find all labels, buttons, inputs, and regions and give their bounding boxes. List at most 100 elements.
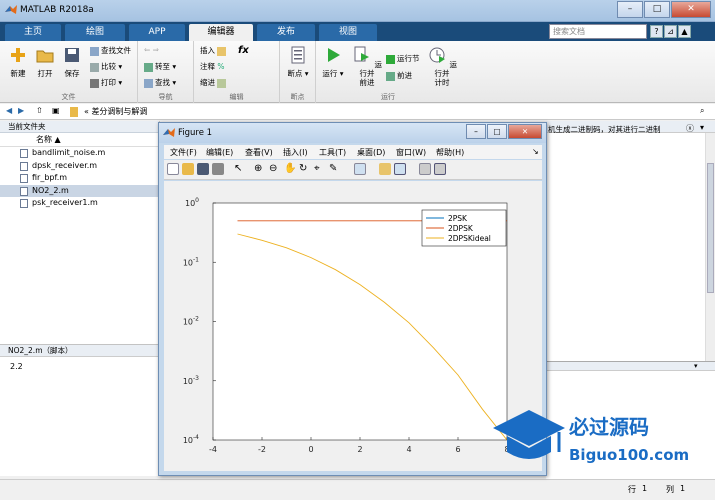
forward-arrow-icon[interactable]: ▶ xyxy=(18,106,24,115)
line-number: 1 xyxy=(642,484,648,493)
pan-icon[interactable]: ✋ xyxy=(284,163,296,175)
find-button[interactable]: 查找 ▾ xyxy=(144,77,176,88)
run-button[interactable]: 运行 ▾ xyxy=(320,45,346,78)
breakpoints-button[interactable]: 断点 ▾ xyxy=(285,45,311,78)
figure-maximize-button[interactable]: □ xyxy=(487,124,507,139)
new-figure-icon[interactable] xyxy=(167,163,179,175)
figure-title: Figure 1 xyxy=(178,128,213,138)
print-icon xyxy=(90,78,99,88)
help-icon[interactable]: ? xyxy=(650,25,663,38)
legend-label: 2DPSK xyxy=(448,224,474,233)
goto-button[interactable]: 转至 ▾ xyxy=(144,61,176,72)
up-folder-icon[interactable]: ⇧ xyxy=(36,106,43,115)
find-files-button[interactable]: 查找文件 xyxy=(90,45,131,56)
tab-apps[interactable]: APP xyxy=(129,24,185,41)
menu-view[interactable]: 查看(V) xyxy=(245,147,273,158)
tab-editor[interactable]: 编辑器 xyxy=(189,24,253,41)
current-path[interactable]: « 差分调制与解调 xyxy=(84,106,147,117)
menu-edit[interactable]: 编辑(E) xyxy=(206,147,233,158)
indent-button[interactable]: 缩进 xyxy=(200,77,227,88)
data-cursor-icon[interactable]: ⌖ xyxy=(314,163,326,175)
fx-button[interactable]: fx xyxy=(238,45,249,56)
tab-plots[interactable]: 绘图 xyxy=(65,24,125,41)
legend-icon[interactable] xyxy=(394,163,406,175)
menu-tools[interactable]: 工具(T) xyxy=(319,147,346,158)
editor-scroll-thumb[interactable] xyxy=(707,163,714,293)
advance-button[interactable]: 前进 xyxy=(386,70,412,81)
show-plot-tools-icon[interactable] xyxy=(434,163,446,175)
name-column-header[interactable]: 名称 ▲ xyxy=(0,133,159,147)
menu-desktop[interactable]: 桌面(D) xyxy=(357,147,385,158)
details-panel: NO2_2.m（脚本） 2.2 xyxy=(0,344,160,476)
watermark-en: Biguo100.com xyxy=(569,446,689,464)
file-item[interactable]: fir_bpf.m xyxy=(0,172,159,185)
save-figure-icon[interactable] xyxy=(197,163,209,175)
close-button[interactable]: ✕ xyxy=(671,1,711,18)
menu-insert[interactable]: 插入(I) xyxy=(283,147,308,158)
insert-icon xyxy=(217,46,227,56)
panel-menu-icon[interactable]: ▾ xyxy=(700,123,704,132)
save-icon xyxy=(65,48,79,62)
comment-button[interactable]: 注释 % xyxy=(200,61,225,72)
hide-plot-tools-icon[interactable] xyxy=(419,163,431,175)
file-item[interactable]: bandlimit_noise.m xyxy=(0,147,159,160)
browse-folder-icon[interactable]: ▣ xyxy=(52,106,60,115)
open-file-icon[interactable] xyxy=(182,163,194,175)
col-number: 1 xyxy=(680,484,686,493)
tab-publish[interactable]: 发布 xyxy=(257,24,315,41)
m-file-icon xyxy=(20,199,28,208)
menu-window[interactable]: 窗口(W) xyxy=(396,147,426,158)
watermark-cn: 必过源码 xyxy=(568,415,649,439)
file-item-selected[interactable]: NO2_2.m xyxy=(0,184,159,197)
ber-chart: -4-20246810010-110-210-310-4 2PSK2DPSK2D… xyxy=(183,197,510,454)
group-breakpoints-label: 断点 xyxy=(290,93,305,101)
figure-minimize-button[interactable]: – xyxy=(466,124,486,139)
rotate-icon[interactable]: ↻ xyxy=(299,163,311,175)
run-time-button[interactable]: 运行并 计时 xyxy=(426,45,458,87)
colorbar-icon[interactable] xyxy=(379,163,391,175)
advance-label: 前进 xyxy=(397,71,412,80)
run-section-label: 运行节 xyxy=(397,54,420,63)
search-docs-input[interactable]: 搜索文档 xyxy=(549,24,647,39)
y-tick-label: 10-3 xyxy=(183,375,199,386)
panel-close-icon[interactable]: ⓧ xyxy=(686,123,694,134)
save-button[interactable]: 保存 xyxy=(60,45,84,78)
pin-icon[interactable]: ⊿ xyxy=(664,25,677,38)
new-button[interactable]: 新建 xyxy=(6,45,30,78)
insert-button[interactable]: 插入 xyxy=(200,45,227,56)
file-item[interactable]: dpsk_receiver.m xyxy=(0,160,159,173)
zoom-in-icon[interactable]: ⊕ xyxy=(254,163,266,175)
open-button[interactable]: 打开 xyxy=(33,45,57,78)
maximize-button[interactable]: □ xyxy=(644,1,670,18)
print-figure-icon[interactable] xyxy=(212,163,224,175)
path-search-icon[interactable]: ⌕ xyxy=(700,106,704,116)
menu-file[interactable]: 文件(F) xyxy=(170,147,197,158)
menu-dock-icon[interactable]: ↘ xyxy=(532,147,539,156)
new-icon xyxy=(11,48,25,62)
file-item[interactable]: psk_receiver1.m xyxy=(0,197,159,210)
group-navigate: ⇐ ⇒ 转至 ▾ 查找 ▾ 导航 xyxy=(138,41,194,103)
tab-view[interactable]: 视图 xyxy=(319,24,377,41)
find-files-label: 查找文件 xyxy=(101,46,131,55)
brush-icon[interactable]: ✎ xyxy=(329,163,341,175)
save-label: 保存 xyxy=(64,69,80,78)
link-plot-icon[interactable] xyxy=(354,163,366,175)
zoom-out-icon[interactable]: ⊖ xyxy=(269,163,281,175)
figure-close-button[interactable]: ✕ xyxy=(508,124,542,139)
menu-help[interactable]: 帮助(H) xyxy=(436,147,464,158)
run-section-button[interactable]: 运行节 xyxy=(386,53,420,64)
minimize-button[interactable]: – xyxy=(617,1,643,18)
expand-icon[interactable]: ▲ xyxy=(678,25,691,38)
print-button[interactable]: 打印 ▾ xyxy=(90,77,122,88)
back-arrow-icon[interactable]: ◀ xyxy=(6,106,12,115)
run-time-label-2: 计时 xyxy=(434,78,450,87)
folder-icon xyxy=(70,107,78,117)
figure-canvas: -4-20246810010-110-210-310-4 2PSK2DPSK2D… xyxy=(164,181,542,471)
tab-home[interactable]: 主页 xyxy=(5,24,61,41)
compare-button[interactable]: 比较 ▾ xyxy=(90,61,122,72)
figure-logo-icon xyxy=(163,128,175,137)
run-advance-button[interactable]: 运行并 前进 xyxy=(350,45,384,87)
editor-scrollbar[interactable] xyxy=(705,133,715,361)
command-window-menu-icon[interactable]: ▾ xyxy=(694,362,698,370)
edit-plot-icon[interactable]: ↖ xyxy=(234,163,246,175)
